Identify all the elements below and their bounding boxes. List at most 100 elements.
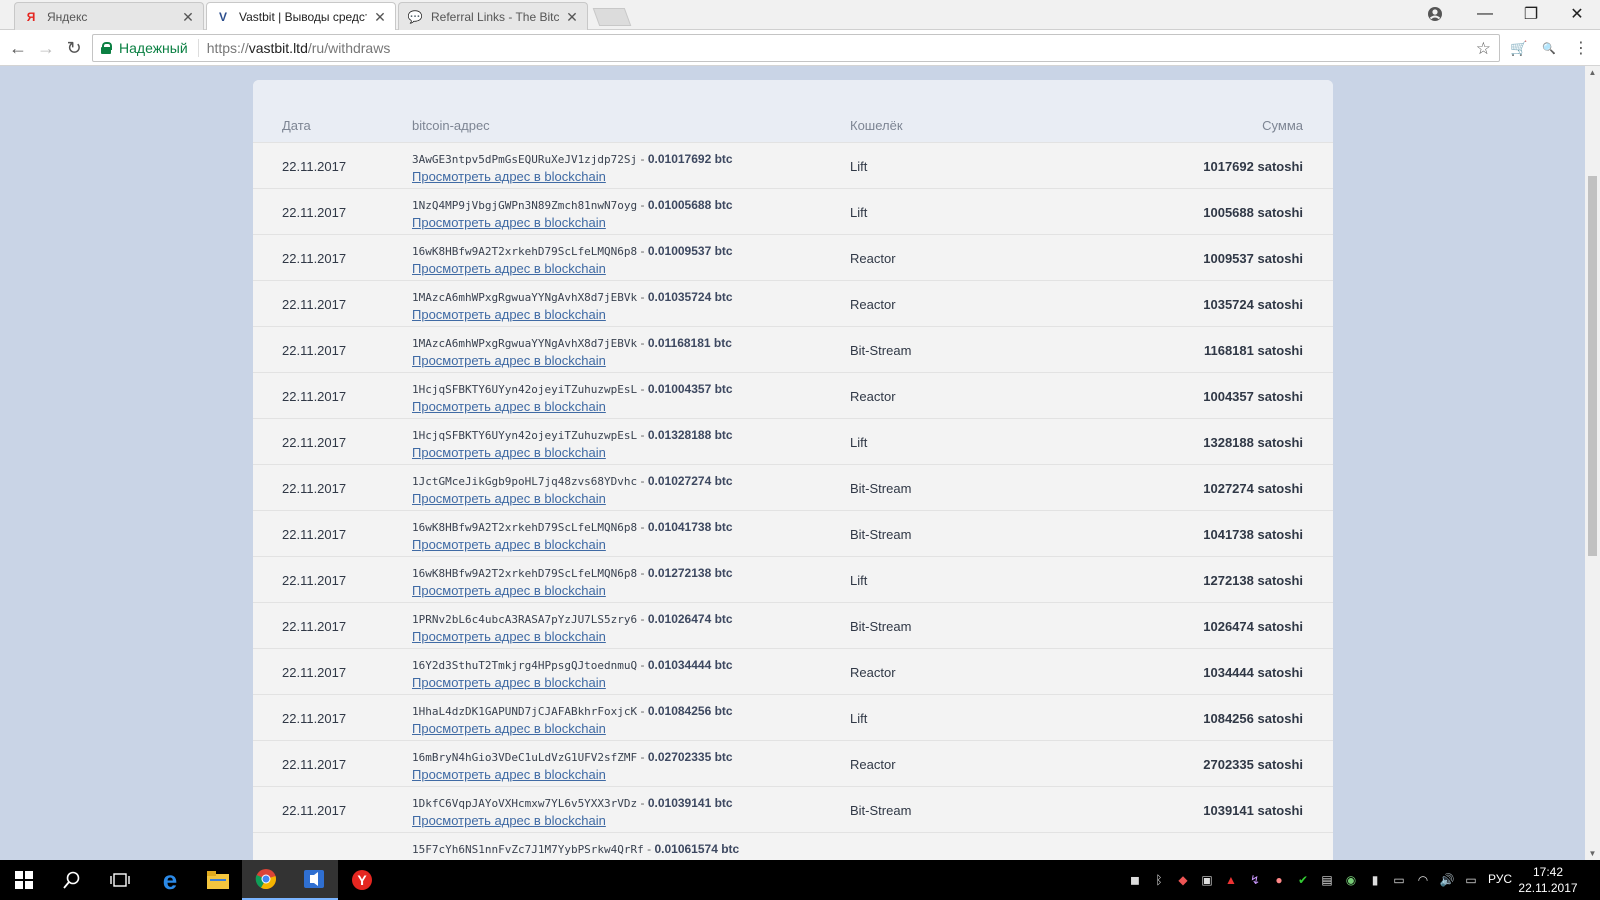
tray-usb-icon[interactable]: ▮ [1366, 870, 1384, 890]
row-address-line: 1NzQ4MP9jVbgjGWPn3N89Zmch81nwN7oyg - 0.0… [412, 198, 733, 212]
taskbar: e Y ◼ ᛒ ◆ ▣ ▲ ↯ ● ✔ ▤ ◉ ▮ ▭ ◠ 🔊 ▭ РУС 17… [0, 860, 1600, 900]
profile-icon[interactable] [1412, 0, 1458, 28]
row-btc-amount: 0.02702335 btc [647, 750, 733, 764]
battery-icon[interactable]: ▭ [1390, 870, 1408, 890]
blockchain-link[interactable]: Просмотреть адрес в blockchain [412, 721, 606, 736]
row-bitcoin-address: 15F7cYh6NS1nnFvZc7J1M7YybPSrkw4QrRf [412, 843, 644, 856]
volume-icon[interactable]: 🔊 [1438, 870, 1456, 890]
task-view-icon[interactable] [96, 860, 144, 900]
tab-referral-links[interactable]: 💬 Referral Links - The Bitco ✕ [398, 2, 588, 30]
blockchain-link[interactable]: Просмотреть адрес в blockchain [412, 169, 606, 184]
row-wallet: Reactor [850, 251, 896, 266]
row-wallet: Reactor [850, 757, 896, 772]
address-bar[interactable]: Надежный https://vastbit.ltd/ru/withdraw… [92, 34, 1500, 62]
blockchain-link[interactable]: Просмотреть адрес в blockchain [412, 353, 606, 368]
blockchain-link[interactable]: Просмотреть адрес в blockchain [412, 675, 606, 690]
tab-strip: Я Яндекс ✕ V Vastbit | Выводы средств ✕ … [0, 0, 1600, 30]
clock-date: 22.11.2017 [1518, 881, 1578, 895]
chrome-icon[interactable] [242, 860, 290, 900]
row-bitcoin-address: 16wK8HBfw9A2T2xrkehD79ScLfeLMQN6p8 [412, 567, 638, 580]
row-bitcoin-address: 16wK8HBfw9A2T2xrkehD79ScLfeLMQN6p8 [412, 521, 638, 534]
tray-acrobat-icon[interactable]: ▲ [1222, 870, 1240, 890]
page-scrollbar[interactable]: ▲ ▼ [1585, 66, 1600, 860]
bluetooth-icon[interactable]: ᛒ [1150, 870, 1168, 890]
restore-icon[interactable]: ❐ [1508, 0, 1554, 28]
close-tab-icon[interactable]: ✕ [373, 10, 387, 24]
row-wallet: Bit-Stream [850, 481, 912, 496]
back-arrow-icon[interactable]: ← [6, 36, 30, 60]
row-sum: 1027274 satoshi [1203, 481, 1303, 496]
row-sum: 1034444 satoshi [1203, 665, 1303, 680]
tray-app-icon[interactable]: ◼ [1126, 870, 1144, 890]
table-row: 22.11.2017 1HcjqSFBKTY6UYyn42ojeyiTZuhuzw… [253, 372, 1333, 419]
wifi-icon[interactable]: ◠ [1414, 870, 1432, 890]
row-btc-amount: 0.01017692 btc [647, 152, 733, 166]
blockchain-link[interactable]: Просмотреть адрес в blockchain [412, 537, 606, 552]
tray-keyboard-icon[interactable]: ▤ [1318, 870, 1336, 890]
tray-check-icon[interactable]: ✔ [1294, 870, 1312, 890]
row-wallet: Lift [850, 205, 868, 220]
yandex-favicon-icon: Я [26, 9, 36, 24]
windows-start-icon[interactable] [0, 860, 48, 900]
scroll-up-icon[interactable]: ▲ [1588, 68, 1597, 77]
blockchain-link[interactable]: Просмотреть адрес в blockchain [412, 767, 606, 782]
new-tab-button[interactable] [592, 8, 632, 26]
row-address-line: 16mBryN4hGio3VDeC1uLdVzG1UFV2sfZMF - 0.0… [412, 750, 733, 764]
cart-extension-icon[interactable]: 🛒 [1508, 38, 1530, 58]
bookmark-star-icon[interactable]: ☆ [1476, 39, 1491, 59]
menu-icon[interactable]: ⋮ [1570, 38, 1592, 58]
tab-vastbit[interactable]: V Vastbit | Выводы средств ✕ [206, 2, 396, 30]
close-tab-icon[interactable]: ✕ [181, 10, 195, 24]
security-indicator[interactable]: Надежный [93, 39, 199, 57]
forward-arrow-icon[interactable]: → [34, 36, 58, 60]
blockchain-link[interactable]: Просмотреть адрес в blockchain [412, 629, 606, 644]
blockchain-link[interactable]: Просмотреть адрес в blockchain [412, 583, 606, 598]
row-sum: 1272138 satoshi [1203, 573, 1303, 588]
blockchain-link[interactable]: Просмотреть адрес в blockchain [412, 307, 606, 322]
row-bitcoin-address: 1PRNv2bL6c4ubcA3RASA7pYzJU7LS5zry6 [412, 613, 638, 626]
search-extension-icon[interactable]: 🔍 [1538, 38, 1560, 58]
row-date: 22.11.2017 [282, 527, 347, 542]
tray-antivirus-icon[interactable]: ● [1270, 870, 1288, 890]
row-wallet: Bit-Stream [850, 527, 912, 542]
notifications-icon[interactable]: ▭ [1462, 870, 1480, 890]
tab-yandex[interactable]: Я Яндекс ✕ [14, 2, 204, 30]
scroll-down-icon[interactable]: ▼ [1588, 849, 1597, 858]
reload-icon[interactable]: ↻ [62, 36, 86, 60]
row-wallet: Bit-Stream [850, 343, 912, 358]
tray-sync-icon[interactable]: ↯ [1246, 870, 1264, 890]
row-address-line: 1MAzcA6mhWPxgRgwuaYYNgAvhX8d7jEBVk - 0.0… [412, 336, 732, 350]
row-bitcoin-address: 16Y2d3SthuT2Tmkjrg4HPpsgQJtoednmuQ [412, 659, 638, 672]
row-address-line: 1JctGMceJikGgb9poHL7jq48zvs68YDvhc - 0.0… [412, 474, 733, 488]
close-tab-icon[interactable]: ✕ [565, 10, 579, 24]
minimize-icon[interactable]: — [1462, 0, 1508, 28]
row-sum: 2702335 satoshi [1203, 757, 1303, 772]
tray-globe-icon[interactable]: ◉ [1342, 870, 1360, 890]
table-row: 22.11.2017 1MAzcA6mhWPxgRgwuaYYNgAvhX8d7j… [253, 326, 1333, 373]
row-separator: - [637, 336, 648, 350]
blockchain-link[interactable]: Просмотреть адрес в blockchain [412, 261, 606, 276]
blockchain-link[interactable]: Просмотреть адрес в blockchain [412, 399, 606, 414]
system-clock[interactable]: 17:42 22.11.2017 [1508, 864, 1588, 896]
row-btc-amount: 0.01039141 btc [647, 796, 733, 810]
row-date: 22.11.2017 [282, 435, 347, 450]
yandex-browser-icon[interactable]: Y [338, 860, 386, 900]
vastbit-favicon-icon: V [218, 9, 227, 24]
blockchain-link[interactable]: Просмотреть адрес в blockchain [412, 445, 606, 460]
row-date: 22.11.2017 [282, 343, 347, 358]
scrollbar-thumb[interactable] [1588, 176, 1597, 556]
blockchain-link[interactable]: Просмотреть адрес в blockchain [412, 491, 606, 506]
tray-lock-icon[interactable]: ▣ [1198, 870, 1216, 890]
row-date: 22.11.2017 [282, 757, 347, 772]
row-btc-amount: 0.01004357 btc [647, 382, 733, 396]
search-icon[interactable] [48, 860, 96, 900]
row-bitcoin-address: 1HcjqSFBKTY6UYyn42ojeyiTZuhuzwpEsL [412, 429, 638, 442]
edge-browser-icon[interactable]: e [146, 860, 194, 900]
blockchain-link[interactable]: Просмотреть адрес в blockchain [412, 813, 606, 828]
file-explorer-icon[interactable] [194, 860, 242, 900]
row-wallet: Reactor [850, 297, 896, 312]
tray-pdf-icon[interactable]: ◆ [1174, 870, 1192, 890]
blockchain-link[interactable]: Просмотреть адрес в blockchain [412, 215, 606, 230]
media-player-icon[interactable] [290, 860, 338, 900]
close-window-icon[interactable]: ✕ [1554, 0, 1600, 28]
